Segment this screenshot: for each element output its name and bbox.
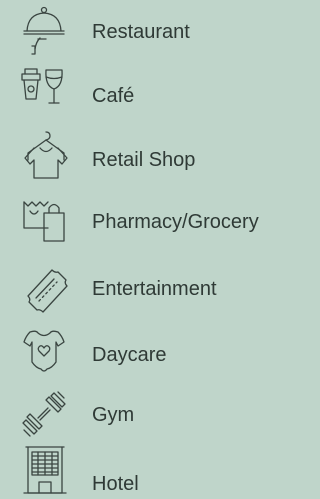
category-label: Retail Shop [92,149,196,171]
hotel-building-icon [18,441,70,497]
category-item-hotel[interactable]: Hotel [0,441,304,497]
category-item-restaurant[interactable]: Restaurant [0,2,304,58]
coffee-cup-and-glass-icon [18,64,70,120]
cloche-icon [18,2,70,58]
category-label: Entertainment [92,278,217,300]
category-item-daycare[interactable]: Daycare [0,324,304,380]
category-label: Restaurant [92,21,190,43]
category-label: Hotel [92,473,139,495]
category-item-retail-shop[interactable]: Retail Shop [0,128,304,184]
category-item-entertainment[interactable]: Entertainment [0,262,304,318]
category-label: Pharmacy/Grocery [92,211,259,233]
dumbbell-icon [18,386,70,442]
category-label: Daycare [92,344,167,366]
ticket-icon [18,262,70,318]
shirt-on-hanger-icon [18,128,70,184]
category-item-cafe[interactable]: Café [0,64,304,120]
category-item-gym[interactable]: Gym [0,386,304,442]
baby-onesie-icon [18,324,70,380]
category-item-pharmacy-grocery[interactable]: Pharmacy/Grocery [0,195,304,251]
shopping-bags-icon [18,195,70,251]
business-category-list: Restaurant Café Retail Shop Pharmacy/Gro… [0,0,304,499]
category-label: Café [92,85,135,107]
category-label: Gym [92,404,135,426]
